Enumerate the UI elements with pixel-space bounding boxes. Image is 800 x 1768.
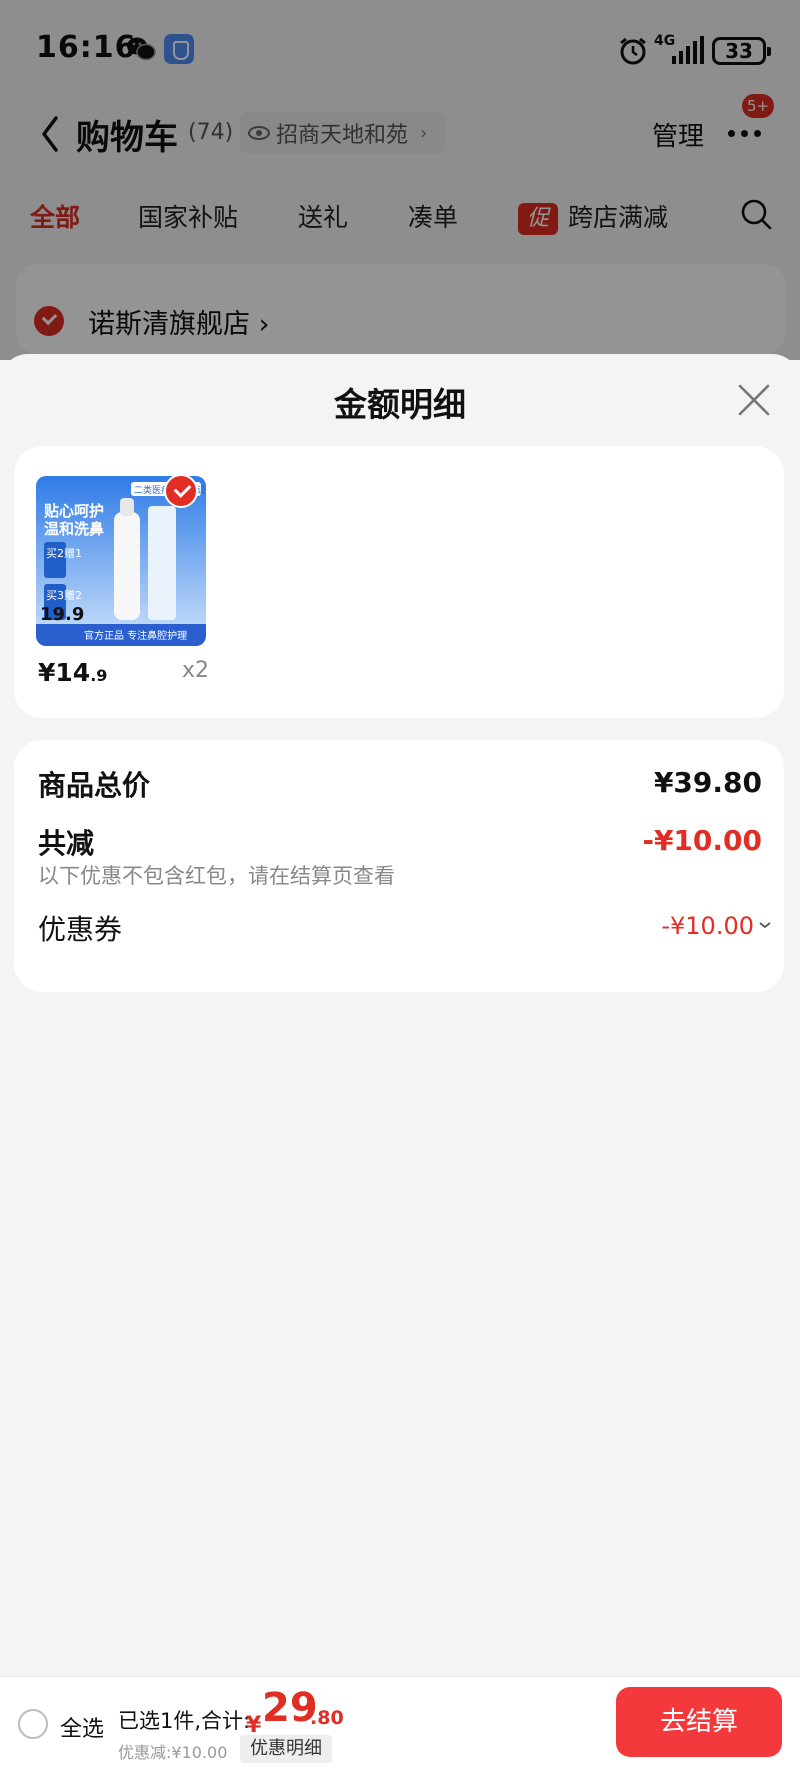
total-value: ¥39.80 <box>653 766 762 799</box>
selected-summary: 已选1件,合计: <box>118 1709 251 1733</box>
quantity: x2 <box>182 658 210 683</box>
product-card: 二类医疗器械认证 贴心呵护 温和洗鼻 买2赠1 买3赠2 19.9 官方正品 专… <box>14 446 784 718</box>
reduce-label: 共减 <box>38 827 95 860</box>
sheet-title: 金额明细 <box>334 385 466 424</box>
close-icon[interactable] <box>736 382 772 418</box>
total-amount-decimal: .80 <box>310 1707 344 1729</box>
coupon-label: 优惠券 <box>38 913 123 946</box>
total-label: 商品总价 <box>38 769 151 802</box>
dim-overlay[interactable] <box>0 0 800 360</box>
discount-detail-button[interactable]: 优惠明细 <box>240 1735 332 1763</box>
coupon-value[interactable]: -¥10.00 <box>661 912 754 940</box>
thumb-title-1: 贴心呵护 <box>44 502 104 520</box>
select-all-radio[interactable] <box>18 1709 48 1739</box>
reduce-note: 以下优惠不包含红包，请在结算页查看 <box>38 864 395 888</box>
checkout-button[interactable]: 去结算 <box>616 1687 782 1757</box>
discount-text: 优惠减:¥10.00 <box>118 1743 228 1762</box>
thumb-offer-2: 买3赠2 <box>46 588 82 602</box>
thumb-footer: 官方正品 专注鼻腔护理 <box>84 629 187 642</box>
thumb-price: 19.9 <box>40 604 84 625</box>
chevron-down-icon[interactable] <box>758 918 772 932</box>
summary-card: 商品总价 ¥39.80 共减 -¥10.00 以下优惠不包含红包，请在结算页查看… <box>14 740 784 992</box>
product-checkbox[interactable] <box>164 474 198 508</box>
unit-price: ¥14.9 <box>38 658 108 687</box>
select-all-label[interactable]: 全选 <box>60 1711 104 1743</box>
thumb-title-2: 温和洗鼻 <box>44 520 104 538</box>
checkout-bar: 全选 已选1件,合计: ¥ 29 .80 优惠减:¥10.00 优惠明细 去结算 <box>0 1676 800 1768</box>
reduce-value: -¥10.00 <box>642 824 762 857</box>
thumb-offer-1: 买2赠1 <box>46 546 82 560</box>
amount-detail-sheet: 金额明细 二类医疗器械认证 贴心呵护 温和洗鼻 买2赠1 买3 <box>0 354 800 1768</box>
